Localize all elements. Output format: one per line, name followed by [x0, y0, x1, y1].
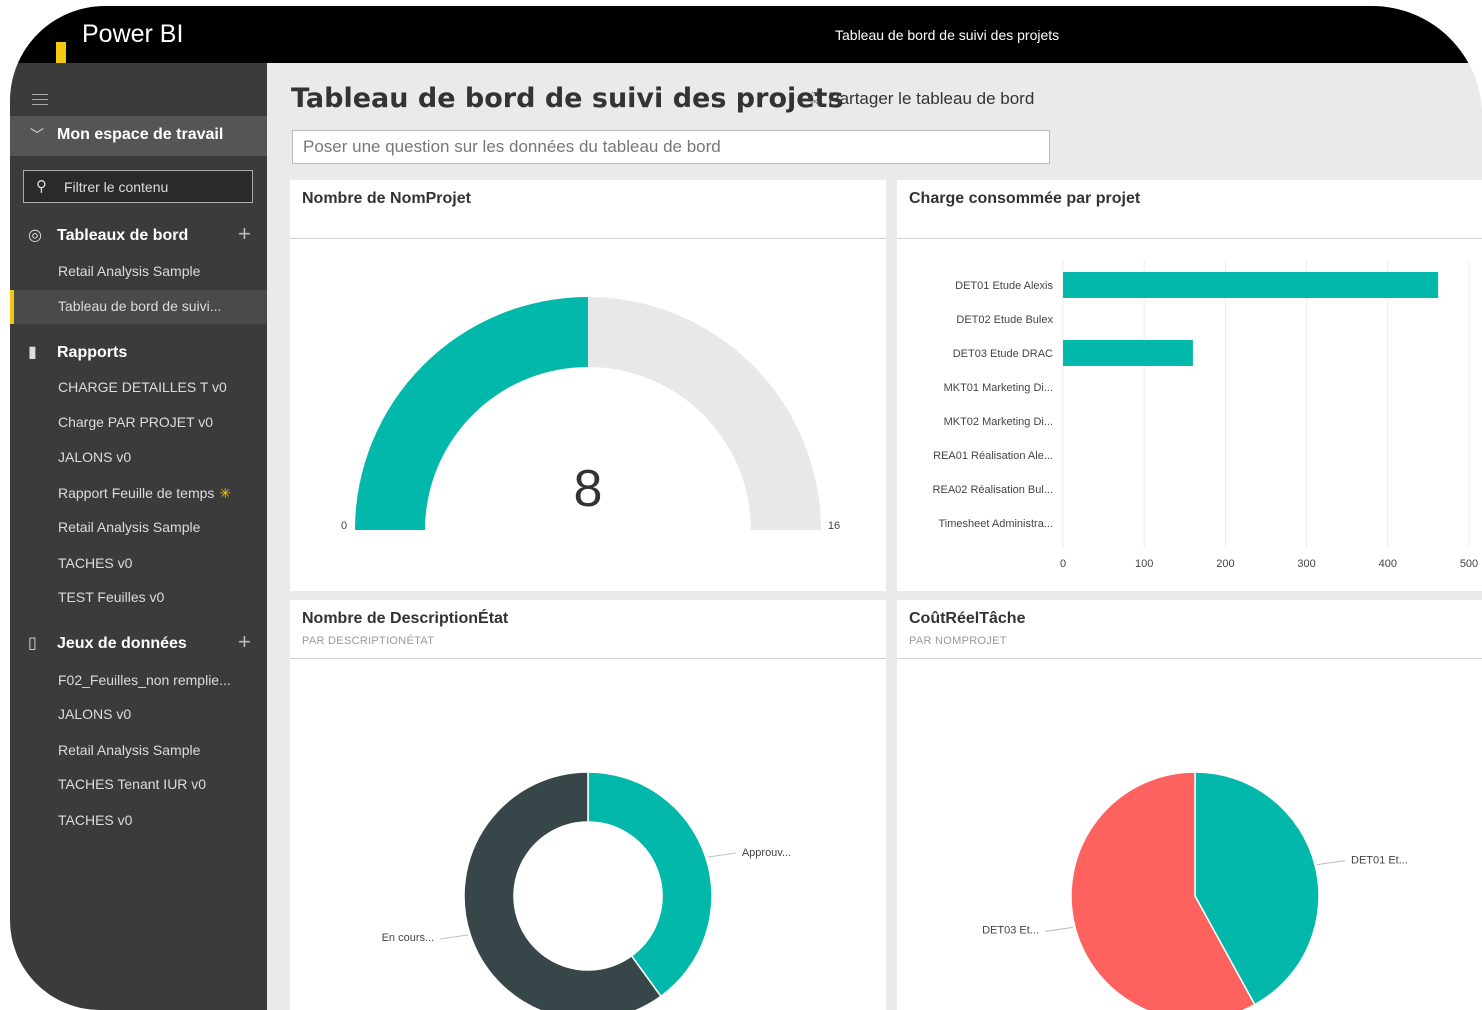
slice-label: DET03 Et... [982, 924, 1039, 936]
section-reports[interactable]: ▮ Rapports [10, 338, 267, 368]
workspace-label: Mon espace de travail [57, 126, 224, 143]
section-dashboards[interactable]: ◎ Tableaux de bord + [10, 221, 267, 251]
nav-label: JALONS v0 [58, 706, 132, 722]
tile-gauge[interactable]: Nombre de NomProjet 8 0 16 [290, 180, 886, 591]
share-label: Partager le tableau de bord [828, 89, 1035, 108]
x-tick-label: 0 [1060, 558, 1066, 570]
slice-label: Approuv... [742, 847, 791, 859]
nav-label: Charge PAR PROJET v0 [58, 414, 214, 430]
nav-label-text: Rapport Feuille de temps [58, 485, 215, 501]
nav-label: TACHES v0 [58, 555, 133, 571]
pie-chart: DET01 Et... DET03 Et... [982, 771, 1408, 1010]
sidebar-item-report[interactable]: TACHES v0 [10, 547, 267, 581]
workspace-selector[interactable]: ﹀ Mon espace de travail [10, 116, 267, 156]
x-tick-label: 100 [1135, 558, 1153, 570]
section-label: Rapports [57, 344, 128, 361]
y-category-label: DET02 Etude Bulex [956, 314, 1053, 326]
y-category-label: REA02 Réalisation Bul... [933, 484, 1053, 496]
leader-line [440, 934, 469, 940]
sidebar-item-dataset[interactable]: TACHES v0 [10, 804, 267, 838]
section-label: Jeux de données [57, 635, 187, 652]
sidebar-item-report[interactable]: CHARGE DETAILLES T v0 [10, 371, 267, 405]
power-bi-logo-icon [56, 42, 66, 63]
tile-donut[interactable]: Nombre de DescriptionÉtat PAR DESCRIPTIO… [290, 600, 886, 1010]
add-dataset-icon[interactable]: + [238, 629, 251, 655]
y-category-label: MKT01 Marketing Di... [944, 382, 1053, 394]
gauge-min-label: 0 [341, 520, 347, 532]
dashboard-canvas: Tableau de bord de suivi des projets ♲ Pa… [267, 63, 1482, 1010]
nav-label: Rapport Feuille de temps ✳ [58, 485, 231, 502]
page-title: Tableau de bord de suivi des projets [291, 83, 844, 114]
sidebar-item-dashboard-active[interactable]: Tableau de bord de suivi... [10, 290, 267, 324]
x-tick-label: 300 [1297, 558, 1315, 570]
bar [1063, 272, 1439, 298]
top-bar: Power BI Tableau de bord de suivi des pr… [10, 6, 1482, 63]
nav-label: TACHES v0 [58, 812, 133, 828]
sidebar-item-dataset[interactable]: F02_Feuilles_non remplie... [10, 664, 267, 698]
gauge-max-label: 16 [828, 520, 840, 532]
bar-chart-icon: ▮ [28, 344, 37, 361]
qa-box[interactable] [292, 130, 1050, 164]
leader-line [707, 852, 736, 858]
qa-input[interactable] [293, 131, 1049, 163]
leader-line [1044, 926, 1074, 932]
sidebar-item-report[interactable]: Retail Analysis Sample [10, 511, 267, 545]
sidebar-item-dataset[interactable]: Retail Analysis Sample [10, 734, 267, 768]
nav-label: Retail Analysis Sample [58, 263, 201, 279]
hamburger-menu-icon[interactable] [32, 94, 48, 109]
y-category-label: DET01 Etude Alexis [955, 280, 1053, 292]
gauge-fill [355, 297, 588, 530]
sidebar-item-dataset[interactable]: TACHES Tenant IUR v0 [10, 768, 267, 802]
sidebar: ﹀ Mon espace de travail ⚲ Filtrer le con… [10, 63, 267, 1010]
nav-label: Retail Analysis Sample [58, 519, 201, 535]
nav-label: Tableau de bord de suivi... [58, 298, 222, 314]
y-category-label: DET03 Etude DRAC [953, 348, 1053, 360]
donut-chart: Approuv... En cours... [382, 771, 791, 1010]
leader-line [1316, 860, 1346, 866]
nav-label: TEST Feuilles v0 [58, 589, 165, 605]
tile-bar-chart[interactable]: Charge consommée par projet 0 100 200 300 40… [897, 180, 1482, 591]
document-icon: ▯ [28, 635, 37, 652]
bar [1063, 340, 1193, 366]
chevron-down-icon: ﹀ [30, 127, 44, 143]
filter-placeholder: Filtrer le contenu [64, 179, 169, 195]
y-category-label: Timesheet Administra... [938, 518, 1053, 530]
app-brand[interactable]: Power BI [82, 20, 183, 49]
tile-pie[interactable]: CoûtRéelTâche PAR NOMPROJET DET01 Et... D… [897, 600, 1482, 1010]
section-label: Tableaux de bord [57, 227, 189, 244]
window-title: Tableau de bord de suivi des projets [835, 27, 1060, 43]
nav-label: F02_Feuilles_non remplie... [58, 672, 231, 688]
dashboard-gauge-icon: ◎ [28, 227, 42, 244]
sidebar-item-report[interactable]: Rapport Feuille de temps ✳ [10, 477, 267, 511]
slice-label: En cours... [382, 932, 435, 944]
nav-label: Retail Analysis Sample [58, 742, 201, 758]
section-datasets[interactable]: ▯ Jeux de données + [10, 629, 267, 659]
new-star-icon: ✳ [219, 485, 232, 501]
sidebar-item-report[interactable]: JALONS v0 [10, 441, 267, 475]
bar-chart: 0 100 200 300 400 500 DET01 Etude Alexis DET02 … [933, 260, 1478, 570]
x-tick-label: 400 [1379, 558, 1397, 570]
slice-label: DET01 Et... [1351, 855, 1408, 867]
share-icon: ♲ [807, 89, 823, 108]
nav-label: CHARGE DETAILLES T v0 [58, 379, 227, 395]
search-icon: ⚲ [36, 178, 47, 195]
share-button[interactable]: ♲ Partager le tableau de bord [807, 89, 1034, 109]
app-window: Power BI Tableau de bord de suivi des pr… [10, 6, 1482, 1010]
x-tick-label: 200 [1216, 558, 1234, 570]
nav-label: JALONS v0 [58, 449, 132, 465]
sidebar-item-report[interactable]: Charge PAR PROJET v0 [10, 406, 267, 440]
y-category-label: MKT02 Marketing Di... [944, 416, 1053, 428]
sidebar-item-dataset[interactable]: JALONS v0 [10, 698, 267, 732]
slice [587, 771, 713, 998]
nav-label: TACHES Tenant IUR v0 [58, 776, 207, 792]
gauge-chart: 8 0 16 [341, 297, 840, 532]
x-tick-label: 500 [1460, 558, 1478, 570]
add-dashboard-icon[interactable]: + [238, 221, 251, 247]
sidebar-item-report[interactable]: TEST Feuilles v0 [10, 581, 267, 615]
gauge-value-label: 8 [574, 460, 603, 518]
filter-input[interactable]: ⚲ Filtrer le contenu [23, 170, 253, 203]
y-category-label: REA01 Réalisation Ale... [933, 450, 1053, 462]
sidebar-item-dashboard[interactable]: Retail Analysis Sample [10, 255, 267, 289]
